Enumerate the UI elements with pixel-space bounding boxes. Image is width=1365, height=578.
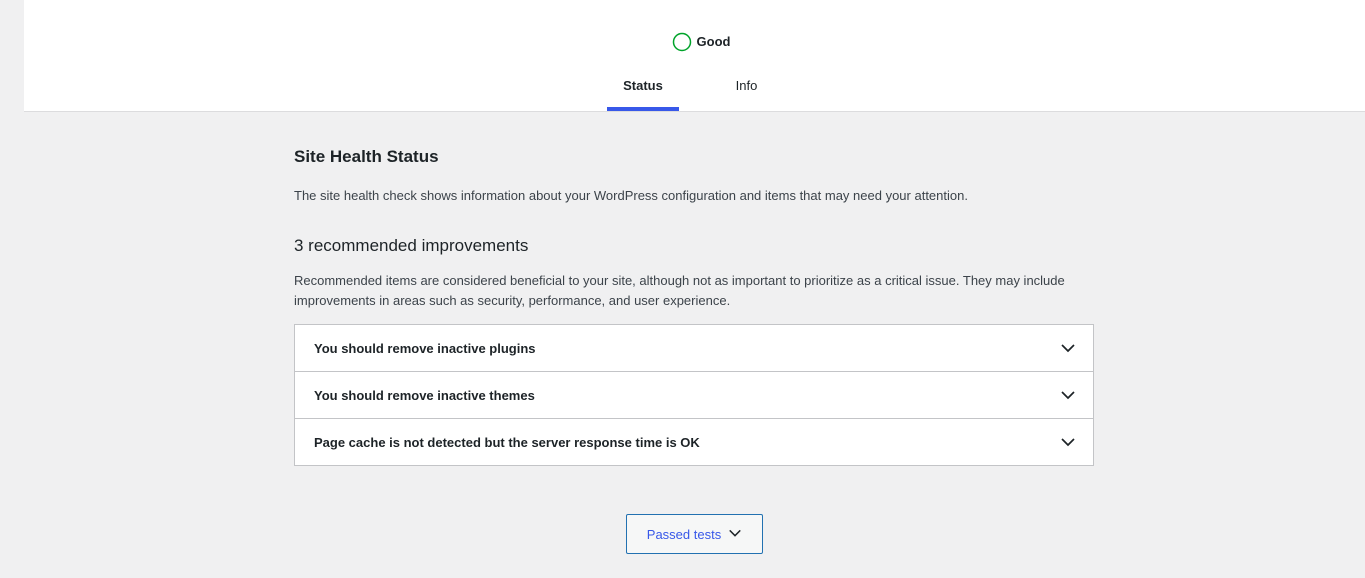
chevron-down-icon (1060, 387, 1076, 403)
accordion-item-page-cache[interactable]: Page cache is not detected but the serve… (295, 419, 1093, 465)
accordion-item-inactive-themes[interactable]: You should remove inactive themes (295, 372, 1093, 419)
health-progress-ring-icon (672, 32, 692, 52)
tab-info[interactable]: Info (679, 65, 814, 111)
accordion-item-label: You should remove inactive plugins (314, 340, 536, 356)
accordion-item-inactive-plugins[interactable]: You should remove inactive plugins (295, 325, 1093, 372)
improvements-heading: 3 recommended improvements (294, 236, 529, 255)
accordion-item-label: Page cache is not detected but the serve… (314, 434, 700, 450)
site-health-header: Good Status Info (24, 0, 1365, 112)
site-health-page: Good Status Info Site Health Status The … (0, 0, 1365, 578)
chevron-down-icon (1060, 340, 1076, 356)
improvements-accordion: You should remove inactive plugins You s… (294, 324, 1094, 466)
accordion-item-label: You should remove inactive themes (314, 387, 535, 403)
page-title: Site Health Status (294, 147, 439, 166)
health-tabs: Status Info (607, 65, 814, 111)
chevron-down-icon (728, 526, 742, 543)
health-score: Good (24, 32, 1365, 58)
passed-tests-label: Passed tests (646, 526, 722, 542)
improvements-description: Recommended items are considered benefic… (294, 273, 1065, 308)
page-description: The site health check shows information … (294, 188, 968, 203)
passed-tests-button[interactable]: Passed tests (626, 514, 763, 554)
health-score-label: Good (696, 34, 731, 49)
tab-status[interactable]: Status (607, 65, 679, 111)
chevron-down-icon (1060, 434, 1076, 450)
